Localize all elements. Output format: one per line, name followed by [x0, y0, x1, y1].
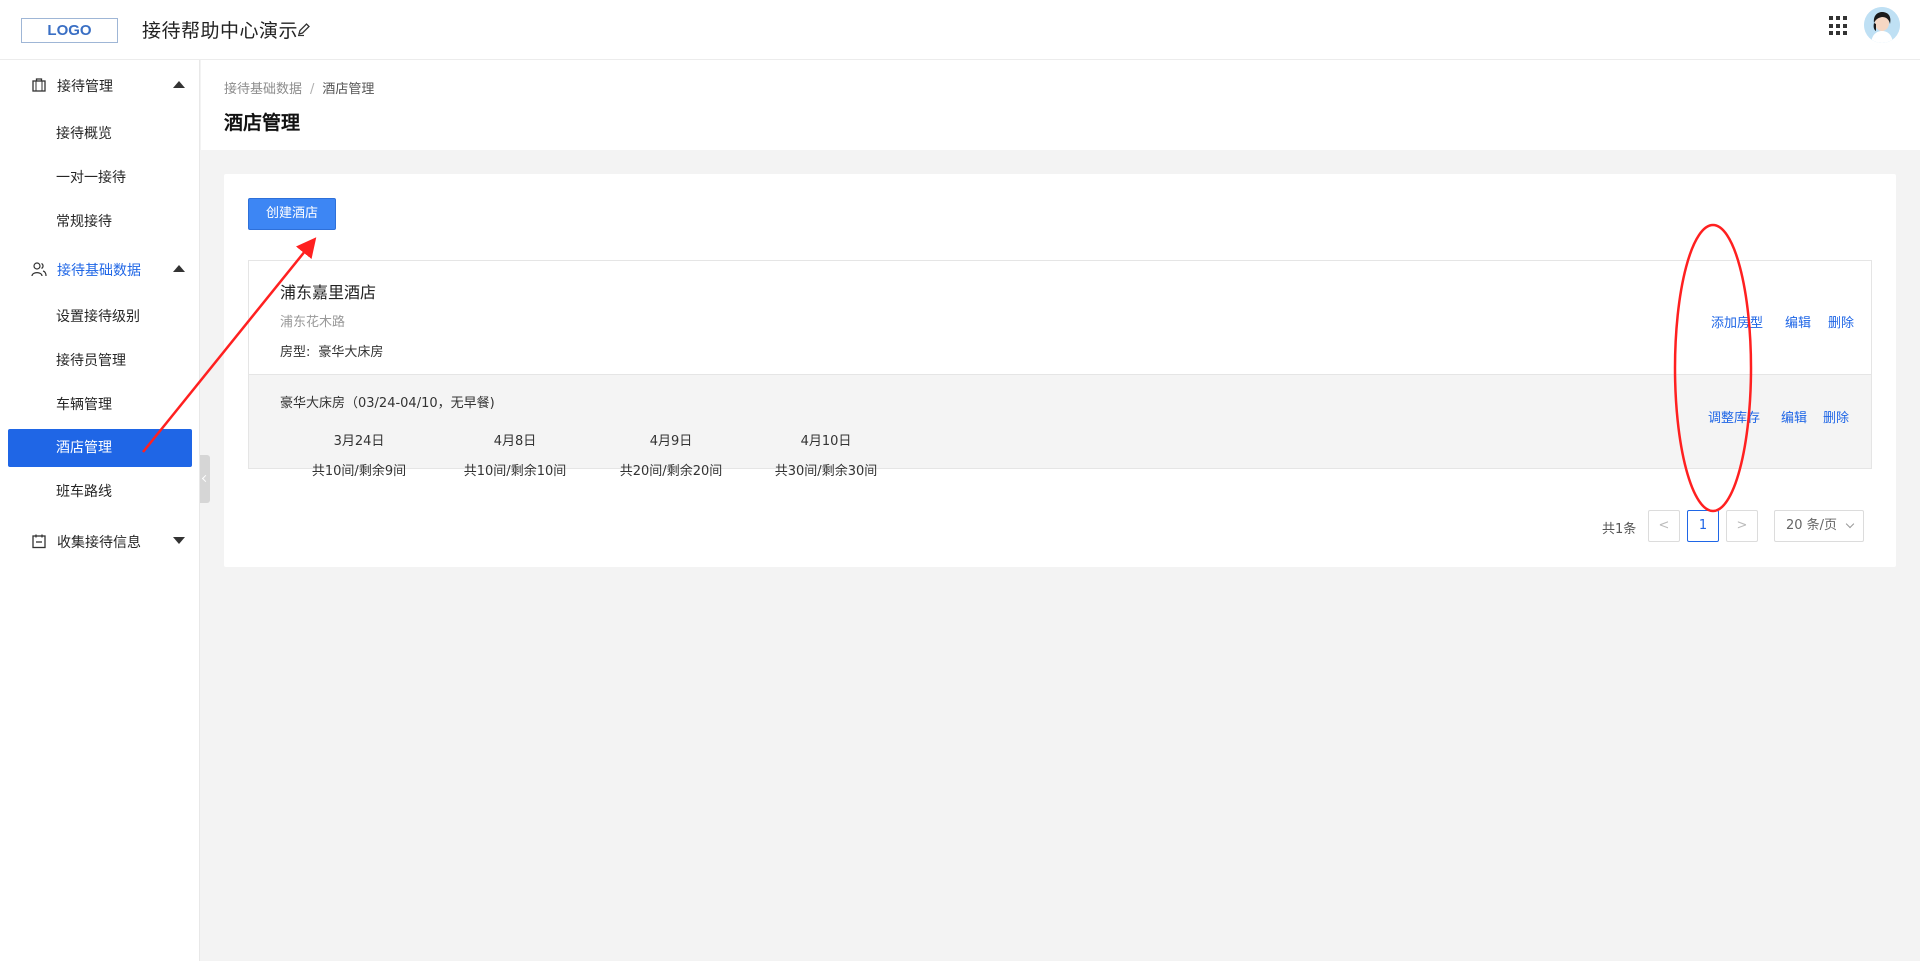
adjust-stock-link[interactable]: 调整库存 [1708, 407, 1760, 426]
sidebar-group-label: 收集接待信息 [57, 535, 141, 551]
sidebar-group-collect-info[interactable]: 收集接待信息 [0, 521, 200, 561]
sidebar-item-shuttle-route[interactable]: 班车路线 [8, 473, 192, 511]
stock-day: 4月8日 共10间/剩余10间 [435, 430, 595, 479]
edit-room-link[interactable]: 编辑 [1781, 407, 1807, 426]
sidebar-item-vehicle-management[interactable]: 车辆管理 [8, 386, 192, 424]
sidebar-item-one-to-one[interactable]: 一对一接待 [8, 159, 192, 197]
breadcrumb: 接待基础数据 / 酒店管理 [224, 78, 374, 97]
room-type-detail: 豪华大床房（03/24-04/10，无早餐) 3月24日 共10间/剩余9间 4… [249, 375, 1871, 479]
sidebar-collapse-handle[interactable] [200, 455, 210, 503]
pagination-prev-button[interactable]: < [1648, 510, 1680, 542]
page-title: 酒店管理 [224, 112, 301, 134]
stock-day: 3月24日 共10间/剩余9间 [279, 430, 439, 479]
stock-count: 共10间/剩余9间 [311, 464, 407, 479]
stock-count: 共10间/剩余10间 [463, 464, 567, 479]
delete-hotel-link[interactable]: 删除 [1828, 312, 1854, 331]
sidebar-item-regular-reception[interactable]: 常规接待 [8, 203, 192, 241]
room-type-value: 豪华大床房 [318, 345, 384, 360]
chevron-up-icon [173, 81, 185, 88]
app-title: 接待帮助中心演示 [142, 20, 299, 42]
room-type-label: 房型: [280, 345, 311, 360]
hotel-list-card: 创建酒店 浦东嘉里酒店 浦东花木路 房型: 豪华大床房 添加房型 编辑 删除 豪华… [224, 174, 1896, 567]
hotel-address: 浦东花木路 [280, 315, 346, 330]
sidebar-item-hotel-management[interactable]: 酒店管理 [8, 429, 192, 467]
stock-count: 共30间/剩余30间 [774, 464, 878, 479]
hotel-name: 浦东嘉里酒店 [280, 283, 377, 302]
avatar[interactable] [1864, 7, 1900, 43]
pagination-total: 共1条 [1602, 522, 1637, 537]
chevron-down-icon [1845, 519, 1855, 529]
pagination-next-button[interactable]: > [1726, 510, 1758, 542]
hotel-room-types: 房型: 豪华大床房 [280, 341, 383, 360]
room-summary: 豪华大床房（03/24-04/10，无早餐) [280, 396, 495, 411]
delete-room-link[interactable]: 删除 [1823, 407, 1849, 426]
logo[interactable]: LOGO [21, 18, 118, 43]
sidebar-group-label: 接待基础数据 [57, 263, 141, 279]
stock-date: 3月24日 [333, 434, 385, 449]
apps-grid-icon[interactable] [1829, 16, 1849, 36]
hotel-entry: 浦东嘉里酒店 浦东花木路 房型: 豪华大床房 添加房型 编辑 删除 豪华大床房（0… [248, 260, 1872, 479]
sidebar-item-receptionist-management[interactable]: 接待员管理 [8, 342, 192, 380]
page-size-value: 20 条/页 [1786, 518, 1838, 533]
breadcrumb-parent[interactable]: 接待基础数据 [224, 82, 302, 97]
stock-day: 4月10日 共30间/剩余30间 [746, 430, 906, 479]
breadcrumb-separator: / [310, 82, 315, 97]
sidebar-group-basic-data[interactable]: 接待基础数据 [0, 249, 200, 289]
stock-day: 4月9日 共20间/剩余20间 [591, 430, 751, 479]
create-hotel-button[interactable]: 创建酒店 [248, 198, 336, 230]
page-header: 接待基础数据 / 酒店管理 酒店管理 [201, 60, 1920, 150]
stock-date: 4月10日 [800, 434, 852, 449]
page-size-select[interactable]: 20 条/页 [1774, 510, 1864, 542]
stock-date: 4月8日 [493, 434, 537, 449]
edit-icon[interactable] [296, 21, 312, 37]
stock-date: 4月9日 [649, 434, 693, 449]
sidebar-group-label: 接待管理 [57, 79, 113, 95]
briefcase-icon [31, 77, 47, 93]
sidebar: 接待管理 接待概览 一对一接待 常规接待 接待基础数据 设置接待级别 接待员管理… [0, 60, 200, 961]
breadcrumb-current: 酒店管理 [322, 82, 375, 97]
hotel-info: 浦东嘉里酒店 浦东花木路 房型: 豪华大床房 添加房型 编辑 删除 [249, 261, 1871, 375]
sidebar-group-reception-management[interactable]: 接待管理 [0, 65, 200, 105]
top-header: LOGO 接待帮助中心演示 [0, 0, 1920, 60]
chevron-down-icon [173, 537, 185, 544]
edit-hotel-link[interactable]: 编辑 [1785, 312, 1811, 331]
chevron-up-icon [173, 265, 185, 272]
add-room-type-link[interactable]: 添加房型 [1711, 312, 1763, 331]
pagination-page-1[interactable]: 1 [1687, 510, 1719, 542]
sidebar-item-reception-overview[interactable]: 接待概览 [8, 115, 192, 153]
calendar-icon [31, 533, 47, 549]
sidebar-item-reception-level[interactable]: 设置接待级别 [8, 298, 192, 336]
users-icon [31, 261, 47, 277]
stock-count: 共20间/剩余20间 [619, 464, 723, 479]
